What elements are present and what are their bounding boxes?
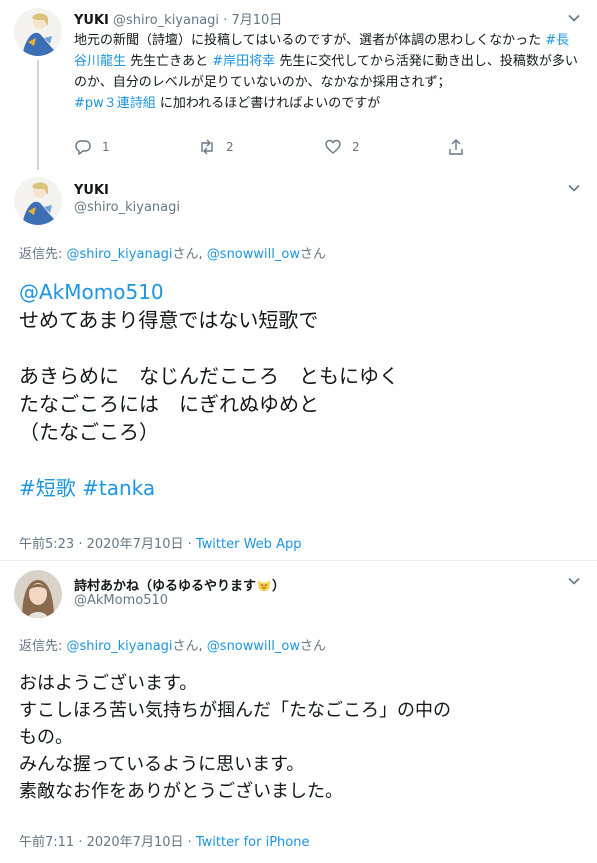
text-segment: に加われるほど書ければよいのですが bbox=[155, 96, 381, 111]
reply-suffix: さん bbox=[299, 247, 326, 262]
hashtag-link[interactable]: #pw３連詩組 bbox=[74, 96, 156, 111]
hashtag-link[interactable]: #tanka bbox=[82, 476, 155, 500]
retweet-count: 2 bbox=[226, 140, 234, 154]
share-icon bbox=[449, 139, 463, 155]
replying-to: 返信先: @shiro_kiyanagiさん, @snowwill_owさん bbox=[19, 635, 326, 654]
tweet-line: みんな握っているように思います。 bbox=[19, 754, 305, 775]
tweet-line: すこしほろ苦い気持ちが掴んだ「たなごころ」の中の bbox=[19, 700, 451, 721]
like-button[interactable]: 2 bbox=[324, 136, 360, 158]
tweet-timestamp[interactable]: 午前7:11 · 2020年7月10日 · bbox=[19, 835, 196, 850]
tweet-source[interactable]: Twitter Web App bbox=[196, 537, 302, 552]
divider bbox=[0, 560, 597, 561]
author-name-text: 詩村あかね（ゆるゆるやります bbox=[74, 579, 257, 594]
thread-line bbox=[37, 60, 39, 170]
author-name[interactable]: YUKI bbox=[74, 183, 109, 198]
tweet-actions: 1 2 2 bbox=[74, 136, 494, 158]
tweet-date[interactable]: 7月10日 bbox=[231, 13, 282, 28]
author-name-end: ） bbox=[272, 579, 286, 594]
tweet-text: おはようございます。 すこしほろ苦い気持ちが掴んだ「たなごころ」の中の もの。 … bbox=[19, 670, 589, 805]
chevron-down-icon[interactable] bbox=[567, 574, 581, 588]
reply-icon bbox=[75, 140, 91, 156]
author-handle[interactable]: @shiro_kiyanagi bbox=[113, 13, 219, 28]
heart-icon bbox=[325, 139, 341, 154]
tweet-line: （たなごころ） bbox=[19, 420, 159, 444]
retweet-button[interactable]: 2 bbox=[198, 136, 234, 158]
tweet-line: もの。 bbox=[19, 727, 73, 748]
reply-mid: さん, bbox=[172, 639, 207, 654]
tweet-header: YUKI @shiro_kiyanagi · 7月10日 bbox=[74, 9, 282, 28]
mention-link[interactable]: @shiro_kiyanagi bbox=[67, 639, 173, 654]
tweet-text: 地元の新聞（詩壇）に投稿してはいるのですが、選者が体調の思わしくなかった #長谷… bbox=[74, 30, 579, 114]
tweet-line: あきらめに なじんだこころ ともにゆく bbox=[19, 364, 399, 388]
tweet-text: @AkMomo510 せめてあまり得意ではない短歌で あきらめに なじんだこころ… bbox=[19, 278, 579, 502]
mention-link[interactable]: @snowwill_ow bbox=[207, 247, 300, 262]
tweet-metadata: 午前7:11 · 2020年7月10日 · Twitter for iPhone bbox=[19, 831, 309, 850]
tweet-line: おはようございます。 bbox=[19, 673, 198, 694]
yuki-avatar[interactable] bbox=[14, 177, 62, 225]
author-handle[interactable]: @shiro_kiyanagi bbox=[74, 200, 180, 215]
reply-prefix: 返信先: bbox=[19, 639, 67, 654]
tweet-timestamp[interactable]: 午前5:23 · 2020年7月10日 · bbox=[19, 537, 196, 552]
mention-link[interactable]: @shiro_kiyanagi bbox=[67, 247, 173, 262]
like-count: 2 bbox=[352, 140, 360, 154]
tweet-line: せめてあまり得意ではない短歌で bbox=[19, 308, 319, 332]
chevron-down-icon[interactable] bbox=[567, 11, 581, 25]
reply-count: 1 bbox=[102, 140, 110, 154]
mention-link[interactable]: @AkMomo510 bbox=[19, 278, 579, 306]
author-handle[interactable]: @AkMomo510 bbox=[74, 593, 168, 608]
reply-button[interactable]: 1 bbox=[74, 136, 110, 158]
author-name[interactable]: 詩村あかね（ゆるゆるやります ） bbox=[74, 575, 285, 594]
reply-suffix: さん bbox=[299, 639, 326, 654]
yuki-avatar[interactable] bbox=[14, 8, 62, 56]
smiling-cat-emoji-icon bbox=[258, 579, 270, 592]
mention-link[interactable]: @snowwill_ow bbox=[207, 639, 300, 654]
replying-to: 返信先: @shiro_kiyanagiさん, @snowwill_owさん bbox=[19, 243, 326, 262]
tweet-line: たなごころには にぎれぬゆめと bbox=[19, 392, 319, 416]
tweet-parent[interactable]: YUKI @shiro_kiyanagi · 7月10日 地元の新聞（詩壇）に投… bbox=[0, 0, 597, 170]
text-segment: 先生亡きあと bbox=[126, 54, 213, 69]
reply-prefix: 返信先: bbox=[19, 247, 67, 262]
text-segment: 地元の新聞（詩壇）に投稿してはいるのですが、選者が体調の思わしくなかった bbox=[74, 33, 546, 48]
hashtag-link[interactable]: #短歌 bbox=[19, 476, 76, 500]
akane-avatar[interactable] bbox=[14, 570, 62, 618]
tweet-metadata: 午前5:23 · 2020年7月10日 · Twitter Web App bbox=[19, 533, 301, 552]
chevron-down-icon[interactable] bbox=[567, 181, 581, 195]
share-button[interactable] bbox=[447, 136, 475, 158]
separator: · bbox=[223, 13, 228, 28]
hashtag-link[interactable]: #岸田将幸 bbox=[212, 54, 275, 69]
retweet-icon bbox=[201, 139, 213, 155]
author-name[interactable]: YUKI bbox=[74, 13, 109, 28]
reply-mid: さん, bbox=[172, 247, 207, 262]
tweet-line: 素敵なお作をありがとうございました。 bbox=[19, 781, 343, 802]
tweet-source[interactable]: Twitter for iPhone bbox=[196, 835, 310, 850]
